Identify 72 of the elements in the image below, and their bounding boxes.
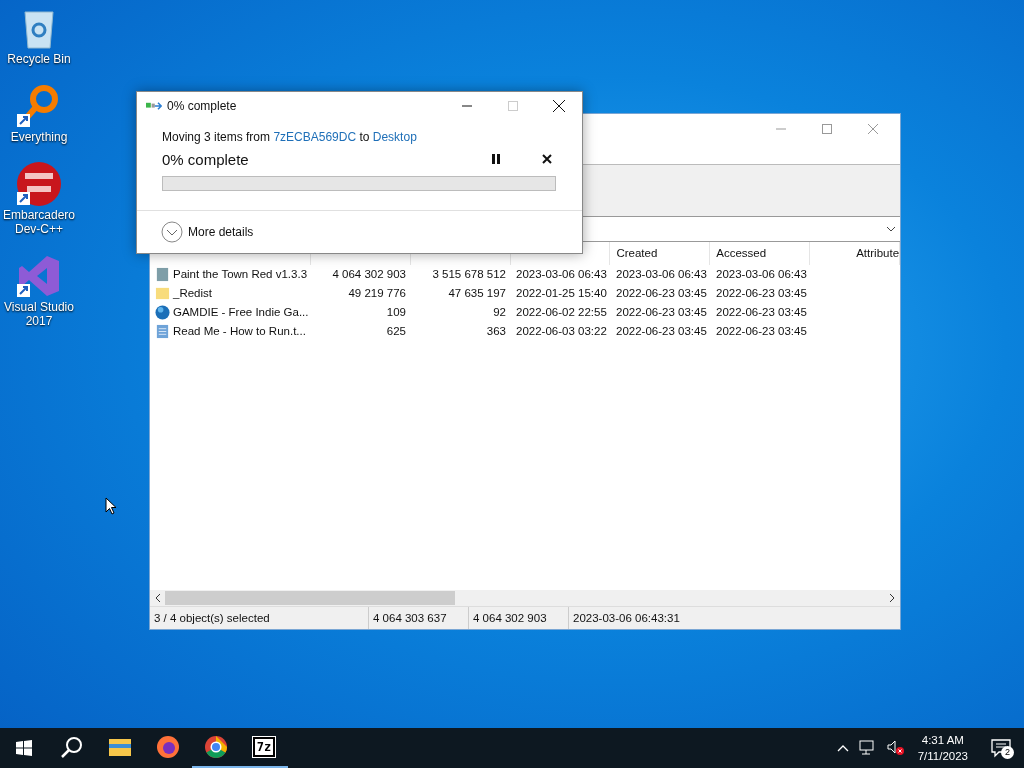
desktop-icon-label[interactable]: Recycle Bin bbox=[1, 52, 77, 66]
source-link[interactable]: 7zECBA569DC bbox=[273, 130, 357, 144]
desktop-icon-label[interactable]: Everything bbox=[1, 130, 77, 144]
horizontal-scrollbar[interactable] bbox=[150, 590, 900, 606]
status-text: 3 / 4 object(s) selected bbox=[150, 607, 369, 629]
firefox-icon[interactable] bbox=[156, 735, 180, 759]
status-text: 2023-03-06 06:43:31 bbox=[572, 611, 681, 626]
clock-date[interactable]: 7/11/2023 bbox=[917, 748, 968, 764]
table-cell-text: 2022-06-23 03:45 bbox=[715, 286, 808, 301]
mouse-cursor-icon bbox=[105, 497, 117, 515]
column-header[interactable]: Created bbox=[610, 242, 711, 265]
table-cell-text: 2022-06-03 03:22 bbox=[515, 324, 608, 339]
table-cell-text: 2022-06-23 03:45 bbox=[715, 324, 808, 339]
table-cell-text: 2022-06-23 03:45 bbox=[715, 305, 808, 320]
maximize-icon[interactable] bbox=[822, 124, 832, 134]
status-text: 4 064 302 903 bbox=[469, 607, 569, 629]
desktop-icon-label[interactable]: Embarcadero Dev-C++ bbox=[1, 208, 77, 236]
table-cell-text: 47 635 197 bbox=[447, 286, 507, 301]
folder-icon bbox=[155, 286, 170, 301]
table-cell-text: 2022-06-02 22:55 bbox=[515, 305, 608, 320]
table-cell-text: 2022-06-23 03:45 bbox=[615, 305, 708, 320]
move-message: Moving 3 items from 7zECBA569DC to Desktop bbox=[162, 130, 418, 144]
chevron-up-icon[interactable] bbox=[836, 744, 849, 752]
dev-cpp-icon[interactable] bbox=[15, 160, 63, 208]
scroll-right-icon[interactable] bbox=[889, 593, 895, 603]
table-cell-text: 109 bbox=[385, 305, 407, 320]
network-icon[interactable] bbox=[858, 740, 877, 756]
clock-time[interactable]: 4:31 AM bbox=[921, 732, 964, 748]
table-cell-text: 2023-03-06 06:43 bbox=[715, 267, 808, 282]
close-icon[interactable] bbox=[553, 100, 565, 112]
file-move-icon bbox=[146, 101, 162, 111]
document-icon bbox=[155, 324, 170, 339]
table-cell-text: 2023-03-06 06:43 bbox=[615, 267, 708, 282]
table-cell-text: 363 bbox=[485, 324, 507, 339]
desktop-icon-label[interactable]: Visual Studio 2017 bbox=[1, 300, 77, 328]
status-text: 4 064 303 637 bbox=[369, 607, 469, 629]
table-cell-text: 625 bbox=[385, 324, 407, 339]
table-cell-text: 2022-06-23 03:45 bbox=[615, 286, 708, 301]
maximize-icon bbox=[508, 101, 518, 111]
table-cell-text: 2022-01-25 15:40 bbox=[515, 286, 608, 301]
globe-icon bbox=[155, 305, 170, 320]
notification-icon[interactable] bbox=[991, 738, 1011, 758]
search-icon[interactable] bbox=[60, 735, 84, 759]
file-name[interactable]: GAMDIE - Free Indie Ga... bbox=[173, 304, 309, 321]
windows-start-icon[interactable] bbox=[16, 740, 32, 756]
7zip-icon[interactable]: 7z bbox=[252, 737, 276, 757]
pause-icon[interactable] bbox=[492, 154, 500, 164]
table-cell-text: 3 515 678 512 bbox=[431, 267, 507, 282]
destination-link[interactable]: Desktop bbox=[372, 130, 417, 144]
notification-count: 2 bbox=[1001, 746, 1014, 759]
scrollbar-thumb[interactable] bbox=[165, 591, 455, 605]
table-cell-text: 49 219 776 bbox=[347, 286, 407, 301]
chrome-icon[interactable] bbox=[204, 735, 228, 759]
file-name[interactable]: Read Me - How to Run.t... bbox=[173, 323, 306, 340]
column-header[interactable]: Accessed bbox=[710, 242, 811, 265]
more-details-button[interactable]: More details bbox=[161, 221, 254, 243]
table-cell-text: 2023-03-06 06:43 bbox=[515, 267, 608, 282]
table-cell-text: 92 bbox=[492, 305, 507, 320]
file-icon bbox=[155, 267, 170, 282]
chevron-down-circle-icon[interactable] bbox=[161, 221, 183, 243]
window-title: 0% complete bbox=[167, 99, 238, 113]
chevron-down-icon[interactable] bbox=[886, 226, 896, 232]
scroll-left-icon[interactable] bbox=[155, 593, 161, 603]
file-name[interactable]: Paint the Town Red v1.3.3 bbox=[173, 266, 308, 283]
cancel-icon[interactable] bbox=[542, 154, 552, 164]
taskbar-button[interactable]: 7z bbox=[240, 728, 288, 768]
table-cell-text: 2022-06-23 03:45 bbox=[615, 324, 708, 339]
table-cell-text: 4 064 302 903 bbox=[331, 267, 407, 282]
file-name[interactable]: _Redist bbox=[173, 285, 212, 302]
column-header[interactable]: Attribute bbox=[810, 242, 900, 265]
progress-heading: 0% complete bbox=[162, 150, 250, 168]
speaker-muted-icon[interactable] bbox=[886, 740, 905, 756]
